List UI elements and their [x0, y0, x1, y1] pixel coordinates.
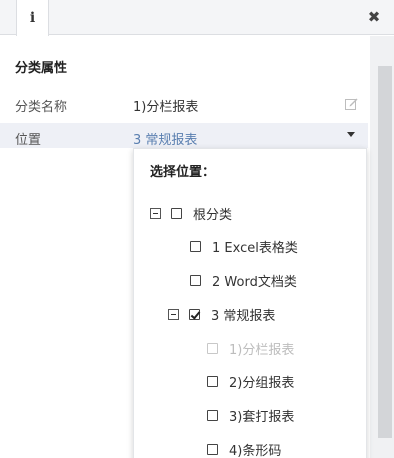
checkbox-icon[interactable] [171, 207, 182, 219]
tree-node-label[interactable]: 2)分组报表 [229, 372, 294, 391]
position-select-value[interactable]: 3 常规报表 [133, 129, 197, 148]
name-label: 分类名称 [15, 100, 68, 115]
info-icon: i [29, 10, 36, 26]
section-title: 分类属性 [15, 61, 68, 76]
checkbox-icon[interactable] [190, 274, 201, 286]
tree-node-root[interactable]: 根分类 [150, 203, 232, 223]
checkbox-icon[interactable] [207, 409, 218, 421]
tree-node-label[interactable]: 2 Word文档类 [212, 271, 297, 290]
tree-node-group-report[interactable]: 2)分组报表 [207, 371, 294, 391]
close-icon[interactable]: ✖ [366, 8, 382, 26]
tree-node-excel[interactable]: 1 Excel表格类 [190, 236, 298, 256]
tab-info[interactable]: i [16, 0, 49, 36]
position-dropdown: 选择位置： 根分类 1 Excel表格类 2 Word文档类 3 常规报表 1)… [133, 148, 367, 458]
tab-bar: i ✖ [0, 0, 394, 36]
name-value: 1)分栏报表 [133, 100, 199, 115]
checkbox-icon[interactable] [207, 375, 218, 387]
tree-node-print-report[interactable]: 3)套打报表 [207, 405, 294, 425]
tree-node-barcode[interactable]: 4)条形码 [207, 439, 281, 458]
tree-node-label[interactable]: 3)套打报表 [229, 406, 294, 425]
tree-node-regular-report[interactable]: 3 常规报表 [168, 304, 275, 324]
collapse-icon[interactable] [168, 308, 179, 320]
caret-down-icon[interactable] [347, 132, 355, 137]
edit-icon[interactable] [345, 97, 358, 110]
checkbox-icon[interactable] [189, 308, 200, 320]
tree-node-word[interactable]: 2 Word文档类 [190, 270, 297, 290]
tree-node-label[interactable]: 根分类 [193, 204, 232, 223]
tree-node-label[interactable]: 1 Excel表格类 [212, 237, 298, 256]
dropdown-title: 选择位置： [150, 165, 216, 180]
tree-node-label[interactable]: 3 常规报表 [211, 305, 275, 324]
tree-node-label[interactable]: 4)条形码 [229, 440, 281, 458]
tree-node-column-report: 1)分栏报表 [207, 338, 294, 358]
collapse-icon[interactable] [150, 207, 161, 219]
checkbox-icon [207, 342, 218, 354]
checkbox-icon[interactable] [190, 240, 201, 252]
checkbox-icon[interactable] [207, 443, 218, 455]
tree-node-label: 1)分栏报表 [229, 342, 295, 358]
position-label: 位置 [15, 133, 42, 148]
scrollbar-thumb[interactable] [378, 66, 392, 438]
